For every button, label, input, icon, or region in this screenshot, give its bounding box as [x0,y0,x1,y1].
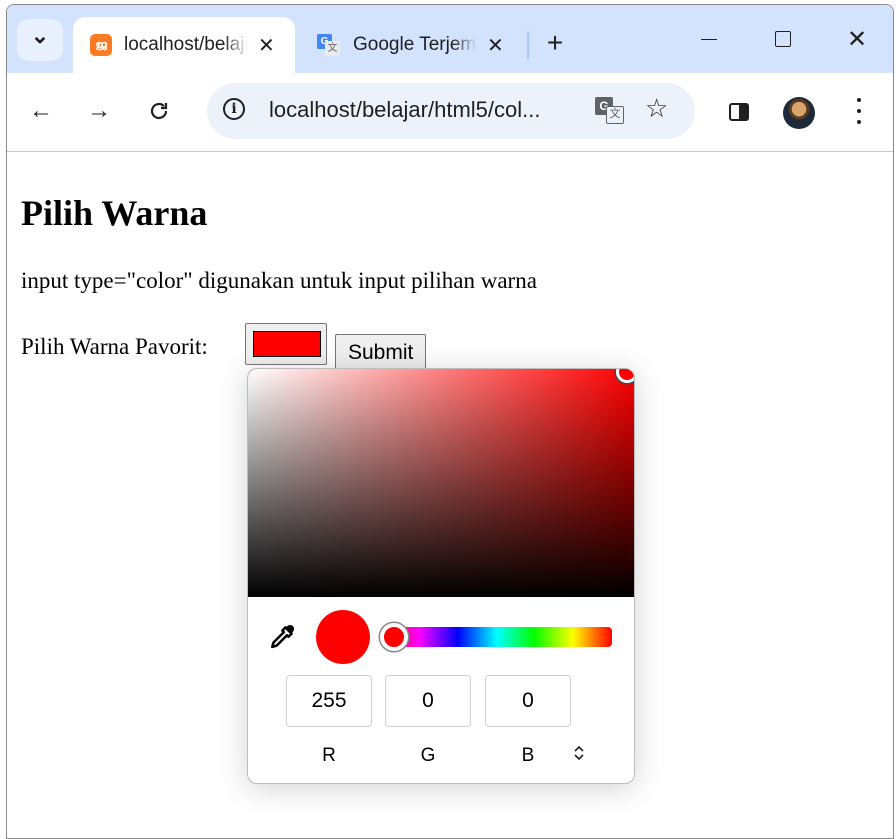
page-title: Pilih Warna [21,193,208,233]
tab-strip: ⌄ ജ localhost/belajar/html5/color ✕ G文 G… [7,5,893,73]
tab-localhost[interactable]: ജ localhost/belajar/html5/color ✕ [73,17,295,73]
url-text[interactable]: localhost/belajar/html5/col... [269,97,540,123]
color-form-label: Pilih Warna Pavorit: [21,334,208,359]
minimize-button[interactable] [687,21,731,57]
address-bar[interactable]: i localhost/belajar/html5/col... G文 ☆ [207,83,695,139]
color-picker-popup: 255 0 0 R G B [247,368,635,784]
hue-slider[interactable] [382,627,612,647]
browser-toolbar: ← → i localhost/belajar/html5/col... G文 … [7,73,893,152]
maximize-button[interactable] [761,21,805,57]
blue-label: B [521,745,535,766]
close-icon[interactable]: ✕ [487,33,504,58]
green-value-field[interactable]: 0 [385,675,471,727]
red-label: R [322,745,336,766]
saturation-value-handle[interactable] [616,369,634,383]
side-panel-icon[interactable] [729,103,749,121]
tab-google-translate[interactable]: G文 Google Terjemahan ✕ [305,17,523,73]
bookmark-star-icon[interactable]: ☆ [645,93,668,124]
minimize-icon [701,38,717,40]
xampp-icon: ജ [90,34,112,56]
blue-value-field[interactable]: 0 [485,675,571,727]
tab-separator [527,31,529,59]
browser-window: ⌄ ജ localhost/belajar/html5/color ✕ G文 G… [6,4,894,839]
page-description: input type="color" digunakan untuk input… [21,268,537,293]
eyedropper-icon[interactable] [266,623,296,653]
maximize-icon [775,31,791,47]
green-label: G [420,745,436,766]
forward-button[interactable]: → [81,93,117,129]
hue-slider-handle[interactable] [380,623,408,651]
close-icon[interactable]: ✕ [258,33,275,58]
current-color-swatch [316,610,370,664]
avatar[interactable] [783,97,815,129]
saturation-value-area[interactable] [248,369,634,597]
red-value-field[interactable]: 255 [286,675,372,727]
google-translate-icon: G文 [317,34,341,56]
color-format-toggle[interactable] [568,745,590,767]
tab-title: localhost/belajar/html5/color [124,34,248,55]
chevron-down-icon: ⌄ [30,23,50,48]
tab-search-button[interactable]: ⌄ [17,19,63,61]
new-tab-button[interactable]: + [537,25,573,61]
more-menu-icon[interactable] [849,95,869,127]
up-down-chevron-icon [574,745,584,761]
page-content: Pilih Warna input type="color" digunakan… [7,152,893,838]
close-window-button[interactable]: ✕ [835,21,879,57]
color-input[interactable] [245,323,327,365]
back-button[interactable]: ← [23,93,59,129]
reload-button[interactable] [141,93,177,129]
tab-title: Google Terjemahan [353,34,477,55]
translate-icon[interactable]: G文 [595,97,625,125]
submit-button[interactable]: Submit [335,334,427,372]
color-input-swatch [253,331,321,357]
reload-icon [150,102,168,120]
info-icon[interactable]: i [223,98,245,120]
